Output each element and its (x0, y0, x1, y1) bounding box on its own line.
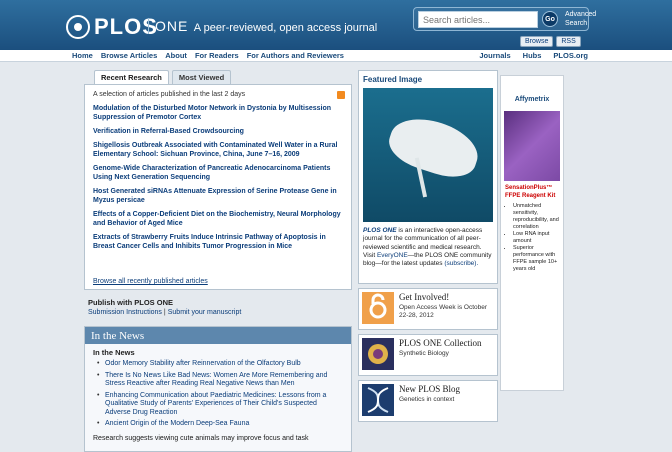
ad-point: Superior performance with FFPE sample 10… (513, 245, 559, 273)
in-the-news-panel: In the News In the News Odor Memory Stab… (84, 326, 352, 452)
main-nav: Home Browse Articles About For Readers F… (0, 50, 672, 62)
everyone-link[interactable]: EveryONE (377, 252, 408, 259)
plos-logo-icon (66, 15, 90, 39)
journal-title: ONE A peer-reviewed, open access journal (148, 18, 377, 34)
article-link[interactable]: Shigellosis Outbreak Associated with Con… (93, 141, 343, 159)
featured-title: Featured Image (363, 75, 423, 84)
news-item[interactable]: There Is No News Like Bad News: Women Ar… (85, 371, 351, 391)
featured-description: PLOS ONE is an interactive open-access j… (363, 227, 493, 268)
dna-science-blog-icon (362, 384, 394, 416)
manta-ray-shape (383, 109, 485, 185)
search-box: Go Advanced Search (413, 7, 596, 31)
featured-image-panel: Featured Image PLOS ONE is an interactiv… (358, 70, 498, 284)
research-tabs: Recent Research Most Viewed (94, 70, 352, 84)
journal-tagline: A peer-reviewed, open access journal (193, 22, 378, 34)
article-link[interactable]: Effects of a Copper-Deficient Diet on th… (93, 210, 343, 228)
advanced-search-link[interactable]: Advanced Search (565, 10, 596, 28)
ad-product-line2: FFPE Reagent Kit (505, 193, 556, 199)
search-input[interactable] (418, 11, 538, 28)
news-footer: Research suggests viewing cute animals m… (93, 434, 309, 442)
news-item[interactable]: Enhancing Communication about Paediatric… (85, 391, 351, 420)
submit-manuscript-link[interactable]: Submit your manuscript (168, 309, 242, 316)
publish-links: Submission Instructions | Submit your manu… (88, 309, 242, 316)
recent-caption: A selection of articles published in the… (93, 91, 246, 98)
box-title: PLOS ONE Collection (399, 338, 482, 348)
nav-about[interactable]: About (165, 51, 187, 60)
news-item[interactable]: Ancient Origin of the Modern Deep-Sea Fa… (85, 419, 351, 431)
get-involved-box[interactable]: Get Involved! Open Access Week is Octobe… (358, 288, 498, 330)
rss-button[interactable]: RSS (556, 36, 581, 47)
box-title: New PLOS Blog (399, 384, 461, 394)
plos-logo[interactable]: PLOS (66, 14, 158, 40)
article-link[interactable]: Host Generated siRNAs Attenuate Expressi… (93, 187, 343, 205)
site-header: PLOS ONE A peer-reviewed, open access jo… (0, 0, 672, 50)
plos-one-link[interactable]: PLOS ONE (363, 227, 397, 234)
tab-recent-research[interactable]: Recent Research (94, 70, 169, 84)
advertisement[interactable]: Affymetrix SensationPlus™ FFPE Reagent K… (500, 75, 564, 391)
tab-most-viewed[interactable]: Most Viewed (171, 70, 232, 84)
advanced-search-line1: Advanced (565, 11, 597, 18)
article-link[interactable]: Modulation of the Disturbed Motor Networ… (93, 104, 343, 122)
ad-point: Low RNA input amount (513, 231, 559, 245)
subscribe-link[interactable]: (subscribe). (444, 260, 478, 267)
publish-section: Publish with PLOS ONE Submission Instruc… (84, 298, 352, 316)
nav-hubs[interactable]: Hubs (523, 51, 542, 60)
box-title: Get Involved! (399, 292, 450, 302)
box-desc: Open Access Week is October 22-28, 2012 (399, 304, 488, 319)
collection-box[interactable]: PLOS ONE Collection Synthetic Biology (358, 334, 498, 376)
nav-browse-articles[interactable]: Browse Articles (101, 51, 157, 60)
nav-for-authors[interactable]: For Authors and Reviewers (247, 51, 344, 60)
box-desc: Synthetic Biology (399, 350, 449, 357)
open-access-icon (362, 292, 394, 324)
new-blog-box[interactable]: New PLOS Blog Genetics in context (358, 380, 498, 422)
left-column: Recent Research Most Viewed A selection … (84, 70, 352, 452)
ad-points: Unmatched sensitivity, reproducibility, … (501, 203, 563, 273)
nav-home[interactable]: Home (72, 51, 93, 60)
ad-point: Unmatched sensitivity, reproducibility, … (513, 203, 559, 231)
article-link[interactable]: Extracts of Strawberry Fruits Induce Int… (93, 233, 343, 251)
browse-all-link[interactable]: Browse all recently published articles (93, 278, 208, 285)
recent-research-panel: A selection of articles published in the… (84, 84, 352, 290)
article-link[interactable]: Verification in Referral-Based Crowdsour… (93, 127, 343, 136)
publish-title: Publish with PLOS ONE (88, 298, 174, 307)
submission-instructions-link[interactable]: Submission Instructions (88, 309, 162, 316)
news-item[interactable]: Odor Memory Stability after Reinnervatio… (85, 359, 351, 371)
rss-icon[interactable] (337, 91, 345, 99)
featured-image[interactable] (363, 88, 493, 222)
search-go-button[interactable]: Go (542, 11, 558, 27)
middle-column: Featured Image PLOS ONE is an interactiv… (358, 70, 498, 442)
news-subheading: In the News (93, 348, 135, 357)
ad-product-image (504, 111, 560, 181)
ad-product: SensationPlus™ (505, 185, 553, 191)
news-heading: In the News (85, 327, 351, 344)
article-link[interactable]: Genome-Wide Characterization of Pancreat… (93, 164, 343, 182)
nav-journals[interactable]: Journals (479, 51, 510, 60)
advanced-search-line2: Search (565, 20, 588, 27)
feed-buttons: Browse RSS (520, 36, 581, 47)
browse-button[interactable]: Browse (520, 36, 554, 47)
ad-brand: Affymetrix (514, 96, 550, 103)
collection-thumbnail-icon (362, 338, 394, 370)
box-desc: Genetics in context (399, 396, 455, 403)
nav-for-readers[interactable]: For Readers (195, 51, 239, 60)
nav-plos-org[interactable]: PLOS.org (553, 51, 588, 60)
journal-name: ONE (155, 18, 189, 34)
